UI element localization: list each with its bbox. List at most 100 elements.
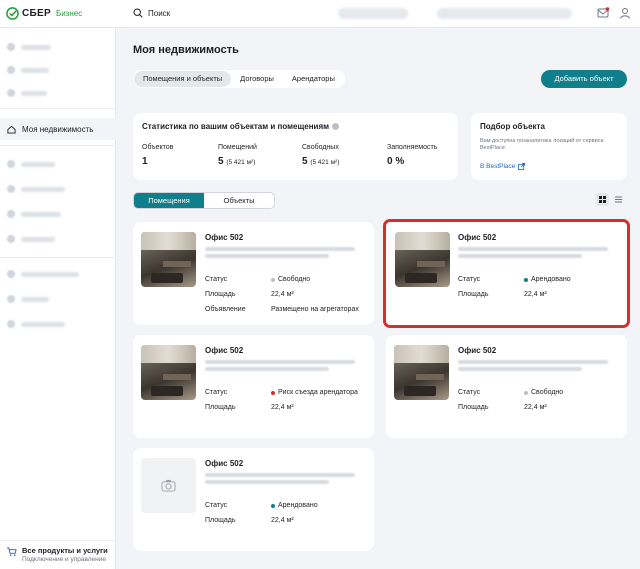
blurred-address	[205, 360, 355, 364]
sidebar-item-blurred-8[interactable]	[0, 265, 116, 283]
sidebar-item-blurred-9[interactable]	[0, 290, 116, 308]
status-row: Статус Свободно	[205, 276, 311, 283]
listing-row: Объявление Размещено на агрегаторах	[205, 306, 359, 313]
sidebar-item-label: Моя недвижимость	[22, 124, 94, 134]
stat-label: Помещений	[218, 144, 257, 151]
logo-subtitle: Бизнес	[55, 9, 83, 18]
tab-tenants[interactable]: Арендаторы	[283, 71, 344, 87]
property-name: Офис 502	[205, 346, 244, 355]
all-products-link[interactable]: Все продукты и услуги Подключение и упра…	[6, 546, 108, 563]
tab-contracts[interactable]: Договоры	[231, 71, 283, 87]
property-photo	[141, 345, 196, 400]
property-card[interactable]: Офис 502 Статус Риск съезда арендатора Пл…	[133, 335, 374, 438]
cart-icon	[6, 547, 17, 556]
logo-text: СБЕР	[22, 8, 51, 19]
home-icon	[7, 125, 16, 134]
sidebar-item-blurred-7[interactable]	[0, 230, 116, 248]
info-icon[interactable]	[332, 123, 340, 131]
blurred-header-field	[338, 8, 408, 19]
status-dot	[524, 390, 528, 395]
status-row: Статус Свободно	[458, 389, 564, 396]
status-dot	[524, 277, 528, 282]
blurred-address	[205, 254, 329, 258]
view-toggle	[596, 193, 625, 206]
area-row: Площадь 22,4 м²	[458, 291, 547, 298]
profile-icon[interactable]	[618, 6, 632, 20]
property-name: Офис 502	[205, 233, 244, 242]
blurred-address	[458, 247, 608, 251]
sidebar-item-blurred-4[interactable]	[0, 155, 116, 173]
stat-value: 5 (5 421 м²)	[302, 156, 340, 167]
status-dot	[271, 503, 275, 508]
stat-objects: Объектов 1	[142, 144, 173, 167]
property-photo	[141, 232, 196, 287]
property-photo	[394, 345, 449, 400]
area-row: Площадь 22,4 м²	[205, 517, 294, 524]
notification-icon[interactable]	[596, 6, 610, 20]
sber-logo-icon	[6, 7, 19, 20]
stat-label: Заполняемость	[387, 144, 438, 151]
list-view-icon[interactable]	[612, 193, 625, 206]
sidebar-item-blurred-5[interactable]	[0, 180, 116, 198]
search-placeholder: Поиск	[148, 8, 171, 18]
area-row: Площадь 22,4 м²	[205, 291, 294, 298]
blurred-address	[458, 254, 582, 258]
property-card[interactable]: Офис 502 Статус Свободно Площадь 22,4 м² О…	[133, 222, 374, 325]
add-object-button[interactable]: Добавить объект	[541, 70, 627, 88]
stat-value: 0 %	[387, 156, 405, 167]
blurred-address	[205, 473, 355, 477]
sidebar-item-blurred-1[interactable]	[0, 38, 116, 56]
sidebar: Моя недвижимость Все продукты и услуги П…	[0, 28, 116, 569]
stat-premises: Помещений 5 (5 421 м²)	[218, 144, 257, 167]
all-products-title: Все продукты и услуги	[22, 546, 108, 555]
sidebar-item-blurred-10[interactable]	[0, 315, 116, 333]
search-input[interactable]: Поиск	[133, 8, 170, 18]
property-photo	[395, 232, 450, 287]
page-title: Моя недвижимость	[133, 44, 239, 56]
stat-value: 1	[142, 156, 148, 167]
blurred-company-selector[interactable]	[437, 8, 572, 19]
stat-free: Свободных 5 (5 421 м²)	[302, 144, 339, 167]
object-picker-card: Подбор объекта Вам доступна геоаналитика…	[471, 113, 627, 180]
picker-description: Вам доступна геоаналитика локаций от сер…	[480, 138, 604, 151]
segment-premises[interactable]: Помещения	[134, 193, 204, 208]
area-row: Площадь 22,4 м²	[458, 404, 547, 411]
blurred-address	[205, 367, 329, 371]
tab-premises-and-objects[interactable]: Помещения и объекты	[134, 71, 232, 87]
status-dot	[271, 277, 275, 282]
section-tabs: Помещения и объекты Договоры Арендаторы	[133, 70, 345, 88]
premises-objects-switch: Помещения Объекты	[133, 192, 275, 209]
status-row: Статус Арендовано	[458, 276, 571, 283]
property-card[interactable]: Офис 502 Статус Арендовано Площадь 22,4 м²	[133, 448, 374, 551]
grid-view-icon[interactable]	[596, 193, 609, 206]
stats-card: Статистика по вашим объектам и помещения…	[133, 113, 458, 180]
external-link-icon	[518, 163, 526, 170]
top-bar: СБЕР Бизнес Поиск	[0, 0, 640, 28]
sidebar-item-blurred-2[interactable]	[0, 61, 116, 79]
property-card[interactable]: Офис 502 Статус Свободно Площадь 22,4 м²	[386, 335, 627, 438]
status-dot	[271, 390, 275, 395]
blurred-address	[205, 480, 329, 484]
blurred-address	[205, 247, 355, 251]
stats-title: Статистика по вашим объектам и помещения…	[142, 122, 340, 131]
sidebar-item-blurred-6[interactable]	[0, 205, 116, 223]
stat-occupancy: Заполняемость 0 %	[387, 144, 437, 167]
sber-logo[interactable]: СБЕР Бизнес	[6, 7, 82, 20]
blurred-address	[458, 367, 582, 371]
property-name: Офис 502	[205, 459, 244, 468]
sidebar-item-my-real-estate[interactable]: Моя недвижимость	[0, 118, 116, 140]
camera-icon	[161, 479, 176, 492]
stat-label: Свободных	[302, 144, 339, 151]
bestplace-link[interactable]: В BestPlace	[480, 163, 526, 170]
blurred-address	[458, 360, 608, 364]
sidebar-item-blurred-3[interactable]	[0, 84, 116, 102]
segment-objects[interactable]: Объекты	[204, 193, 274, 208]
property-name: Офис 502	[458, 346, 497, 355]
stat-value: 5 (5 421 м²)	[218, 156, 256, 167]
property-card-selected[interactable]: Офис 502 Статус Арендовано Площадь 22,4 м²	[383, 219, 630, 328]
area-row: Площадь 22,4 м²	[205, 404, 294, 411]
search-icon	[133, 8, 143, 18]
status-row: Статус Арендовано	[205, 502, 318, 509]
property-name: Офис 502	[458, 233, 497, 242]
all-products-subtitle: Подключение и управление	[22, 556, 107, 563]
